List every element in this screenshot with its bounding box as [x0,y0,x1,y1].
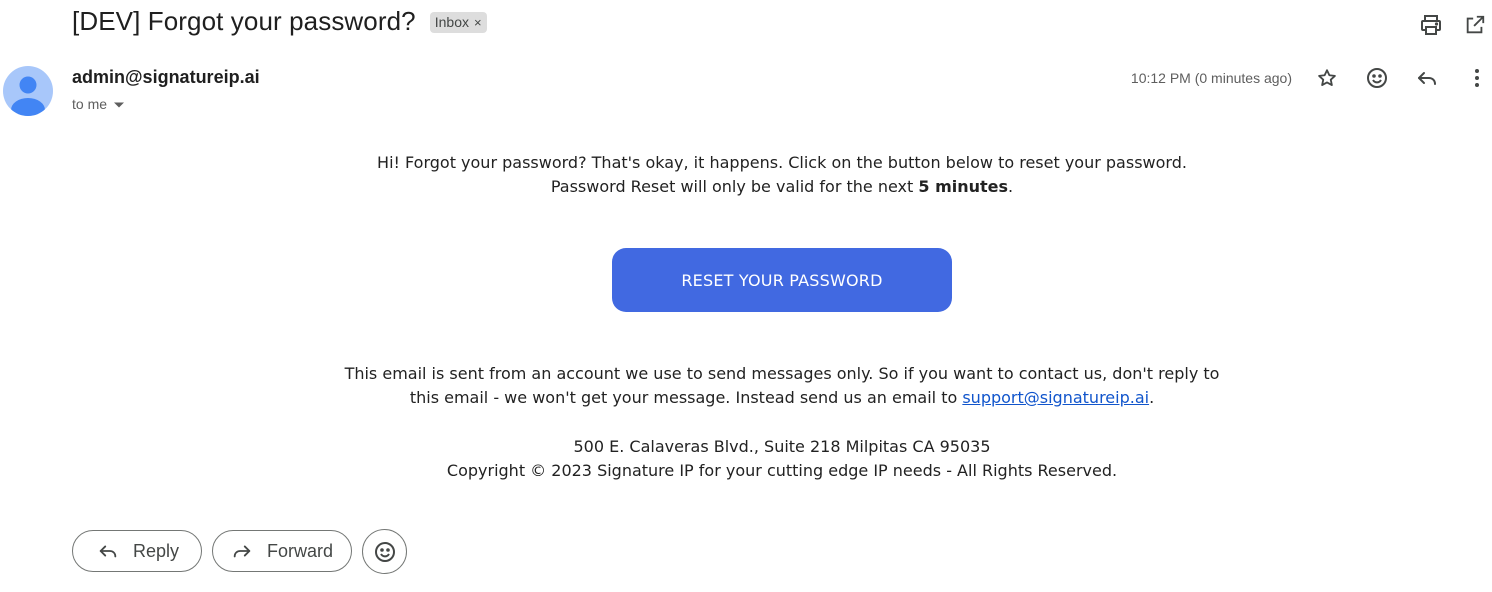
notice-line-1: This email is sent from an account we us… [344,364,1220,383]
star-icon[interactable] [1312,63,1342,93]
reply-icon[interactable] [1412,63,1442,93]
emoji-reaction-button[interactable] [362,529,407,574]
notice-paragraph: This email is sent from an account we us… [0,362,1492,410]
recipient-line: to me [72,95,125,112]
emoji-icon [374,541,395,562]
support-email-link[interactable]: support@signatureip.ai [962,388,1149,407]
email-view: [DEV] Forgot your password? Inbox × admi… [0,0,1492,592]
recipient-text: to me [72,95,108,112]
intro-line-1: Hi! Forgot your password? That's okay, i… [377,153,1187,172]
forward-icon [233,545,251,558]
person-icon [11,76,45,116]
open-in-new-window-icon[interactable] [1460,10,1490,40]
copyright-text: Copyright © 2023 Signature IP for your c… [446,461,1118,480]
subject-row: [DEV] Forgot your password? Inbox × [72,6,487,37]
timestamp: 10:12 PM (0 minutes ago) [1130,70,1292,86]
remove-label-icon[interactable]: × [474,15,482,30]
notice-line-2-end: . [1149,388,1155,407]
notice-line-2-text: this email - we won't get your message. … [409,388,963,407]
top-actions [1402,10,1490,40]
intro-line-2-end: . [1008,177,1014,196]
intro-paragraph: Hi! Forgot your password? That's okay, i… [0,151,1492,199]
sender-email[interactable]: admin@signatureip.ai [72,67,260,88]
reply-label: Reply [133,540,180,561]
reply-actions: Reply Forward [72,529,407,574]
intro-line-2-text: Password Reset will only be valid for th… [550,177,919,196]
inbox-label-chip[interactable]: Inbox × [429,12,487,33]
company-address: 500 E. Calaveras Blvd., Suite 218 Milpit… [573,437,991,456]
validity-duration: 5 minutes [918,177,1009,196]
message-meta: 10:12 PM (0 minutes ago) [1131,62,1492,94]
chevron-down-icon[interactable] [113,96,125,112]
sender-avatar[interactable] [3,66,53,116]
forward-label: Forward [267,540,334,561]
intro-line-2: Password Reset will only be valid for th… [0,175,1492,199]
reply-button[interactable]: Reply [72,530,202,572]
emoji-icon[interactable] [1362,63,1392,93]
forward-button[interactable]: Forward [212,530,352,572]
print-icon[interactable] [1416,10,1446,40]
footer-paragraph: 500 E. Calaveras Blvd., Suite 218 Milpit… [0,435,1492,483]
label-text: Inbox [434,14,469,30]
notice-line-2: this email - we won't get your message. … [0,386,1492,410]
email-subject: [DEV] Forgot your password? [72,6,416,36]
reset-password-button[interactable]: RESET YOUR PASSWORD [612,248,952,312]
more-vertical-icon[interactable] [1462,63,1492,93]
reply-icon [99,545,117,558]
